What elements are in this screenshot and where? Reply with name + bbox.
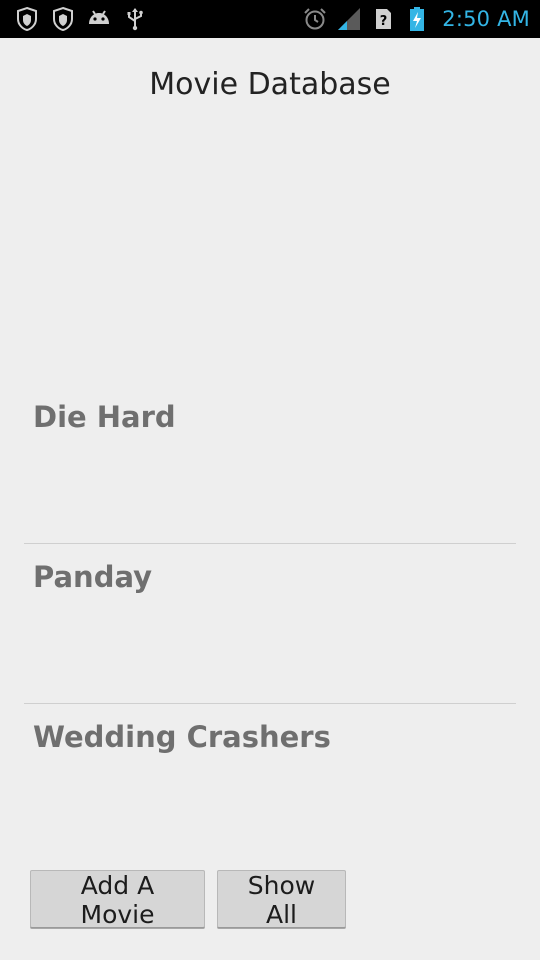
button-row: Add A Movie Show All xyxy=(30,870,346,929)
list-item[interactable]: Wedding Crashers xyxy=(24,704,516,864)
status-bar: ? 2:50 AM xyxy=(0,0,540,38)
clock: 2:50 AM xyxy=(442,7,530,31)
movie-title: Die Hard xyxy=(33,400,176,434)
list-item[interactable]: Die Hard xyxy=(24,384,516,544)
show-all-button[interactable]: Show All xyxy=(217,870,346,929)
movie-list: Die Hard Panday Wedding Crashers xyxy=(24,384,516,864)
android-icon xyxy=(86,6,112,32)
movie-title: Wedding Crashers xyxy=(33,720,331,754)
add-movie-button[interactable]: Add A Movie xyxy=(30,870,205,929)
shield-icon xyxy=(14,6,40,32)
battery-charging-icon xyxy=(404,6,430,32)
page-title: Movie Database xyxy=(149,67,391,102)
svg-text:?: ? xyxy=(380,14,388,29)
usb-icon xyxy=(122,6,148,32)
notification-icons xyxy=(14,6,148,32)
list-item[interactable]: Panday xyxy=(24,544,516,704)
alarm-icon xyxy=(302,6,328,32)
system-icons: ? 2:50 AM xyxy=(302,4,530,34)
unknown-sim-icon: ? xyxy=(370,6,396,32)
signal-icon xyxy=(336,6,362,32)
movie-title: Panday xyxy=(33,560,153,594)
shield-icon xyxy=(50,6,76,32)
